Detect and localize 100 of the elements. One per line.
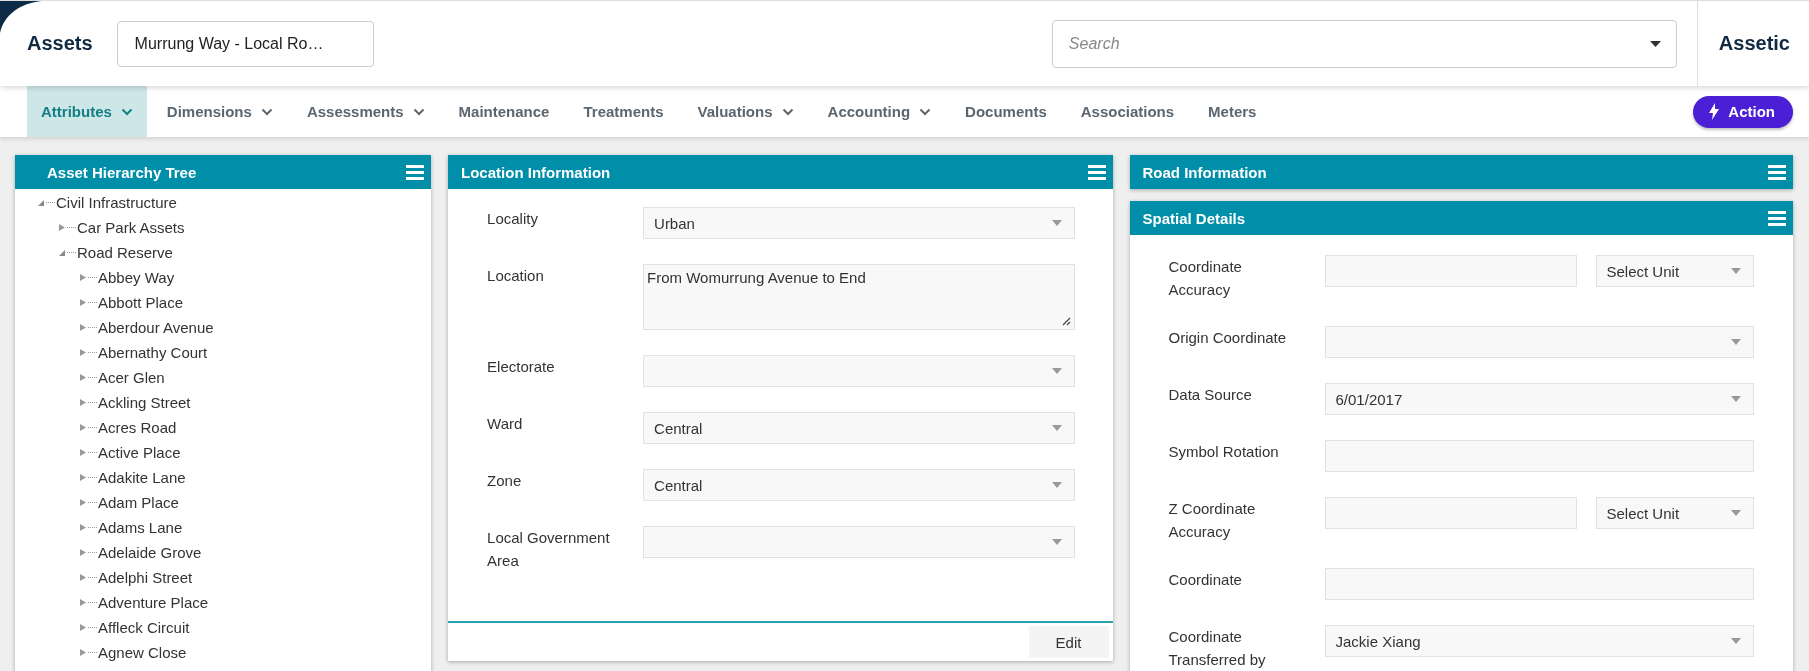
select-field[interactable]: Central <box>643 412 1075 444</box>
dropdown-arrow-icon <box>1731 638 1741 644</box>
select-field[interactable]: 6/01/2017 <box>1324 383 1754 415</box>
tree-item[interactable]: Adelphi Street <box>98 569 193 586</box>
unit-select[interactable]: Select Unit <box>1595 255 1754 287</box>
nav-tab[interactable]: Meters <box>1194 86 1271 137</box>
field-label: Coordinate <box>1168 570 1243 590</box>
select-field[interactable] <box>643 526 1075 558</box>
dropdown-arrow-icon <box>1731 396 1741 402</box>
text-area-value: From Womurrung Avenue to End <box>647 269 866 286</box>
tree-item[interactable]: Acres Road <box>98 419 177 436</box>
panel-title: Location Information <box>461 163 611 181</box>
dropdown-arrow-icon <box>1051 425 1062 431</box>
expand-triangle-icon[interactable] <box>79 423 87 432</box>
field-label: Coordinate Transferred by <box>1168 627 1267 670</box>
field-label: Ward <box>487 414 524 434</box>
menu-icon[interactable] <box>1768 210 1786 226</box>
tree-item[interactable]: Adam Place <box>98 494 179 511</box>
select-value: Central <box>654 476 703 494</box>
expand-triangle-icon[interactable] <box>79 348 87 357</box>
panel-title: Road Information <box>1142 163 1267 181</box>
select-value: Central <box>654 419 703 437</box>
select-value: Jackie Xiang <box>1335 632 1421 650</box>
collapse-triangle-icon[interactable] <box>58 248 66 257</box>
text-field[interactable] <box>1324 255 1577 287</box>
nav-tab[interactable]: Associations <box>1066 86 1189 137</box>
tree-item[interactable]: Car Park Assets <box>77 219 185 236</box>
dropdown-arrow-icon <box>1731 339 1741 345</box>
page-title: Assets <box>27 32 93 55</box>
field-label: Coordinate Accuracy <box>1168 257 1243 300</box>
unit-select[interactable]: Select Unit <box>1595 497 1754 529</box>
edit-button[interactable]: Edit <box>1028 626 1109 658</box>
nav-tab[interactable]: Documents <box>951 86 1061 137</box>
menu-icon[interactable] <box>406 164 425 180</box>
expand-triangle-icon[interactable] <box>79 273 87 282</box>
expand-triangle-icon[interactable] <box>79 498 87 507</box>
nav-tab[interactable]: Attributes <box>27 86 147 137</box>
menu-icon[interactable] <box>1768 164 1786 180</box>
select-value: Urban <box>654 214 695 232</box>
expand-triangle-icon[interactable] <box>79 573 87 582</box>
expand-triangle-icon[interactable] <box>58 223 66 232</box>
tree-item[interactable]: Ackling Street <box>98 394 191 411</box>
tree-item[interactable]: Road Reserve <box>77 244 173 261</box>
nav-tab[interactable]: Treatments <box>569 86 678 137</box>
expand-triangle-icon[interactable] <box>79 373 87 382</box>
tree-item[interactable]: Agnew Close <box>98 644 187 661</box>
tree-item[interactable]: Adelaide Grove <box>98 544 202 561</box>
collapse-triangle-icon[interactable] <box>37 198 45 207</box>
select-field[interactable]: Urban <box>643 207 1075 239</box>
expand-triangle-icon[interactable] <box>79 323 87 332</box>
field-label: Zone <box>487 471 523 491</box>
expand-triangle-icon[interactable] <box>79 473 87 482</box>
field-label: Location <box>487 266 545 286</box>
field-label: Z Coordinate Accuracy <box>1168 499 1257 542</box>
text-area[interactable]: From Womurrung Avenue to End <box>643 264 1075 330</box>
panel-title: Asset Hierarchy Tree <box>47 163 197 181</box>
expand-triangle-icon[interactable] <box>79 298 87 307</box>
expand-triangle-icon[interactable] <box>79 448 87 457</box>
expand-triangle-icon[interactable] <box>79 523 87 532</box>
search-field[interactable]: Search <box>1051 19 1677 68</box>
tree-item[interactable]: Affleck Circuit <box>98 619 190 636</box>
expand-triangle-icon[interactable] <box>79 598 87 607</box>
text-field[interactable] <box>1324 568 1754 600</box>
dropdown-arrow-icon <box>1051 220 1062 226</box>
nav-tab[interactable]: Valuations <box>683 86 808 137</box>
expand-triangle-icon[interactable] <box>79 398 87 407</box>
panel-title: Spatial Details <box>1142 209 1246 227</box>
tree-item[interactable]: Aberdour Avenue <box>98 319 214 336</box>
tree-item[interactable]: Abernathy Court <box>98 344 208 361</box>
resize-grip-icon <box>1061 317 1071 326</box>
record-field[interactable]: Murrung Way - Local Ro… <box>116 20 374 67</box>
tree-item[interactable]: Civil Infrastructure <box>56 194 177 211</box>
lightning-icon <box>1709 103 1720 120</box>
text-field[interactable] <box>1324 440 1754 472</box>
select-field[interactable] <box>1324 326 1754 358</box>
action-button[interactable]: Action <box>1693 95 1793 128</box>
menu-icon[interactable] <box>1087 164 1106 180</box>
nav-tab[interactable]: Accounting <box>813 86 946 137</box>
text-field[interactable] <box>1324 497 1577 529</box>
nav-tab[interactable]: Assessments <box>292 86 439 137</box>
expand-triangle-icon[interactable] <box>79 623 87 632</box>
tree-item[interactable]: Active Place <box>98 444 181 461</box>
tree-item[interactable]: Adams Lane <box>98 519 183 536</box>
tree-item[interactable]: Adventure Place <box>98 594 209 611</box>
expand-triangle-icon[interactable] <box>79 648 87 657</box>
tree-item[interactable]: Acer Glen <box>98 369 165 386</box>
dropdown-arrow-icon <box>1051 482 1062 488</box>
expand-triangle-icon[interactable] <box>79 548 87 557</box>
dropdown-arrow-icon <box>1051 539 1062 545</box>
field-label: Locality <box>487 209 539 229</box>
tree-item[interactable]: Abbey Way <box>98 269 175 286</box>
nav-tab[interactable]: Dimensions <box>152 86 287 137</box>
select-field[interactable] <box>643 355 1075 387</box>
select-field[interactable]: Central <box>643 469 1075 501</box>
tree-item[interactable]: Abbott Place <box>98 294 184 311</box>
field-label: Local Government Area <box>487 528 611 571</box>
nav-tab[interactable]: Maintenance <box>444 86 564 137</box>
select-value: Select Unit <box>1606 262 1680 280</box>
select-field[interactable]: Jackie Xiang <box>1324 625 1754 657</box>
tree-item[interactable]: Adakite Lane <box>98 469 186 486</box>
